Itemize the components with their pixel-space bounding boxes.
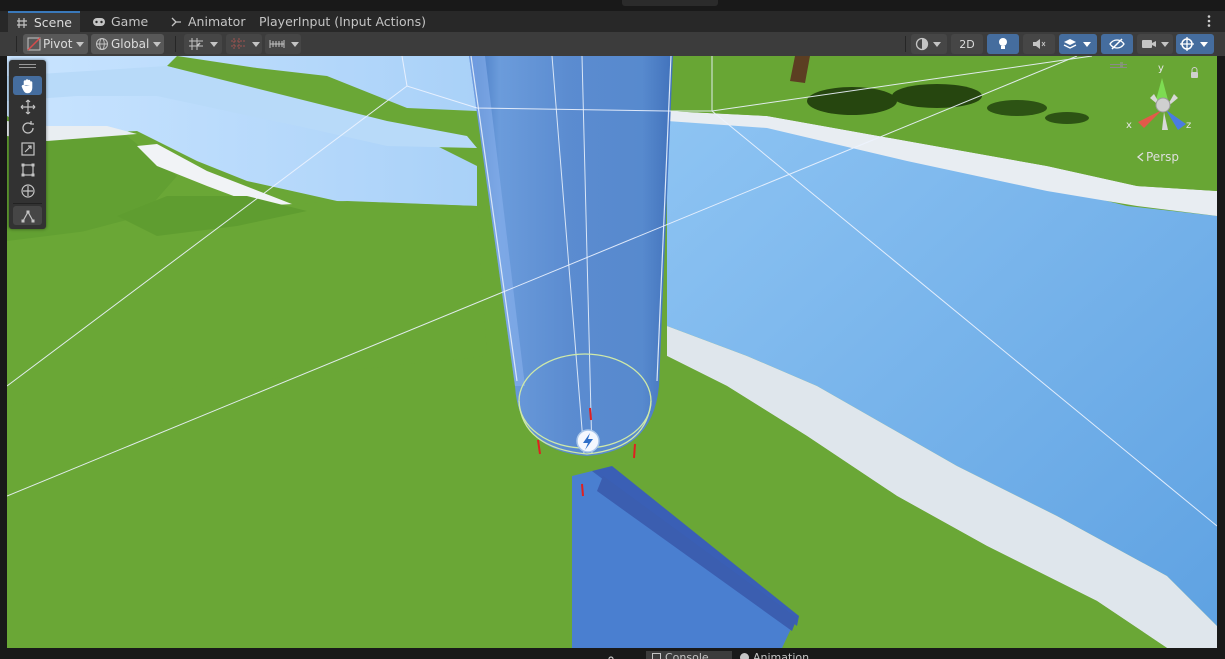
gizmo-y-label: y xyxy=(1158,63,1164,74)
tab-game[interactable]: Game xyxy=(84,11,156,32)
tab-player-input-label: PlayerInput (Input Actions) xyxy=(259,14,426,29)
projection-label: Persp xyxy=(1146,150,1179,164)
mode-2d-label: 2D xyxy=(959,37,975,51)
tab-menu-icon[interactable] xyxy=(1207,13,1211,27)
help-icon[interactable] xyxy=(608,650,614,659)
global-dropdown[interactable]: Global xyxy=(91,34,164,54)
gizmo-grip-line xyxy=(1110,67,1127,68)
tab-animation[interactable]: Animation xyxy=(740,651,830,659)
bottom-kebab-icon[interactable] xyxy=(627,652,631,659)
gizmo-grip[interactable] xyxy=(1110,64,1127,65)
custom-editor-tool[interactable] xyxy=(13,206,42,225)
toggle-2d-button[interactable]: 2D xyxy=(951,34,983,54)
orientation-gizmo[interactable]: y x z xyxy=(1111,60,1205,140)
window-drag-handle[interactable] xyxy=(622,0,718,6)
pivot-label: Pivot xyxy=(43,37,73,51)
grid-snap-icon xyxy=(188,37,204,51)
tab-scene[interactable]: Scene xyxy=(8,11,80,32)
toggle-audio-button[interactable] xyxy=(1023,34,1055,54)
camera-icon xyxy=(1141,38,1157,50)
shading-mode-dropdown[interactable] xyxy=(911,34,947,54)
globe-icon xyxy=(95,37,109,51)
hand-icon xyxy=(20,78,36,94)
increment-snap-icon xyxy=(230,37,246,51)
gizmo-icon xyxy=(1180,37,1194,51)
chevron-left-icon xyxy=(1136,152,1144,162)
gizmo-z-label: z xyxy=(1186,120,1192,131)
right-panel-edge xyxy=(1217,56,1225,648)
tab-animator[interactable]: Animator xyxy=(161,11,253,32)
hidden-eye-icon xyxy=(1109,38,1125,50)
tab-console[interactable]: Console xyxy=(646,651,732,659)
camera-dropdown[interactable] xyxy=(1137,34,1173,54)
scene-tools-panel xyxy=(9,60,46,229)
scene-viewport[interactable] xyxy=(7,56,1217,648)
move-arrows-icon xyxy=(20,99,36,115)
console-label: Console xyxy=(665,651,709,659)
pivot-icon xyxy=(27,37,41,51)
animation-label: Animation xyxy=(753,651,810,659)
pivot-dropdown[interactable]: Pivot xyxy=(23,34,88,54)
grid-snap-dropdown[interactable] xyxy=(184,34,222,54)
scale-tool[interactable] xyxy=(13,139,42,158)
hand-tool[interactable] xyxy=(13,76,42,95)
scene-visibility-button[interactable] xyxy=(1101,34,1133,54)
move-tool[interactable] xyxy=(13,97,42,116)
increment-snap-dropdown[interactable] xyxy=(226,34,262,54)
audio-mute-icon xyxy=(1032,38,1046,50)
rect-tool[interactable] xyxy=(13,160,42,179)
gizmos-dropdown[interactable] xyxy=(1176,34,1214,54)
shading-sphere-icon xyxy=(915,37,929,51)
ruler-dropdown[interactable] xyxy=(265,34,301,54)
transform-tool[interactable] xyxy=(13,181,42,200)
tab-scene-label: Scene xyxy=(33,15,72,30)
scale-icon xyxy=(20,141,36,157)
tab-player-input[interactable]: PlayerInput (Input Actions) xyxy=(251,11,434,32)
editor-tab-bar: Scene Game Animator PlayerInput (Input A… xyxy=(0,11,1225,32)
scene-render xyxy=(7,56,1217,648)
tools-divider xyxy=(13,203,42,204)
scene-toolbar: Pivot Global 2D xyxy=(0,32,1225,57)
gamepad-icon xyxy=(92,15,106,29)
hash-icon xyxy=(16,16,29,30)
toolbar-separator xyxy=(175,36,176,52)
layers-icon xyxy=(1063,37,1077,51)
toolbar-grip xyxy=(16,36,17,52)
vertex-path-icon xyxy=(20,208,36,224)
left-panel-edge xyxy=(0,56,7,648)
tools-panel-grip[interactable] xyxy=(19,64,36,65)
transform-combined-icon xyxy=(20,183,36,199)
lightbulb-icon xyxy=(997,37,1009,51)
gizmo-x-label: x xyxy=(1126,120,1132,131)
projection-toggle[interactable]: Persp xyxy=(1136,150,1179,164)
tools-panel-grip-line xyxy=(19,67,36,68)
rotate-icon xyxy=(20,120,36,136)
ruler-icon xyxy=(269,37,285,51)
tab-animator-label: Animator xyxy=(188,14,246,29)
tab-game-label: Game xyxy=(111,14,149,29)
animator-icon xyxy=(169,15,183,29)
toolbar-separator-right xyxy=(905,36,906,52)
rotate-tool[interactable] xyxy=(13,118,42,137)
toggle-lighting-button[interactable] xyxy=(987,34,1019,54)
title-strip xyxy=(0,0,1225,11)
console-icon xyxy=(652,653,661,659)
global-label: Global xyxy=(111,37,150,51)
animation-clock-icon xyxy=(740,653,749,659)
effects-dropdown[interactable] xyxy=(1059,34,1097,54)
rect-transform-icon xyxy=(20,162,36,178)
